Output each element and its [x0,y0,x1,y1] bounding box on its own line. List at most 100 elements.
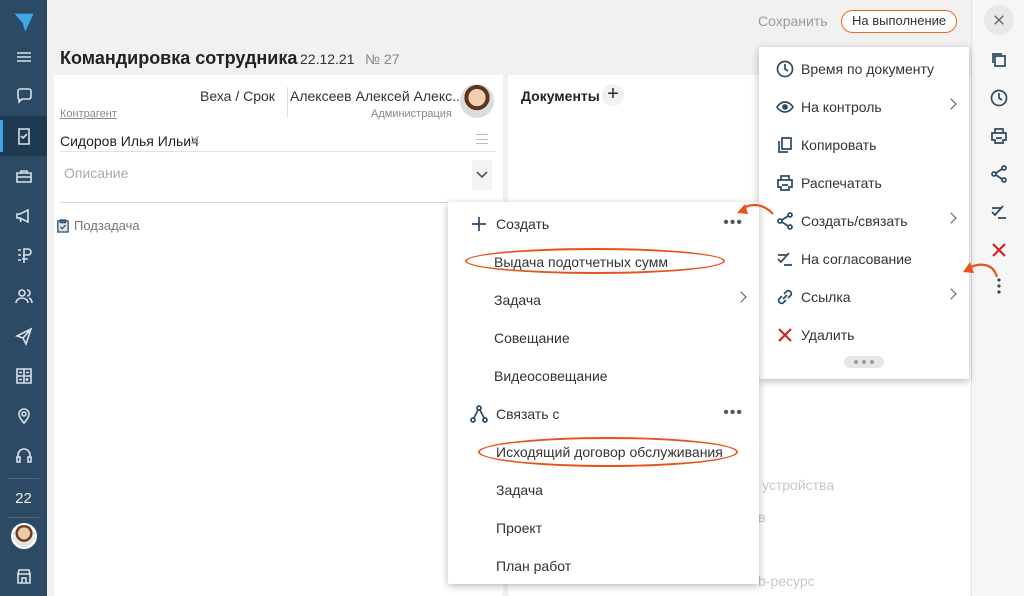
user-avatar[interactable] [0,516,47,556]
map-pin-icon[interactable] [0,396,47,436]
link-icon [774,286,796,308]
calendar-date-number: 22 [15,489,32,507]
copy-icon [774,134,796,156]
background-text: b-ресурс [758,573,815,589]
chevron-down-icon[interactable] [472,160,492,190]
menu-item-label: Видеосовещание [494,368,608,384]
menu-item-control[interactable]: На контроль [759,88,969,126]
more-options-button[interactable] [844,356,884,368]
menu-item-label: Ссылка [801,289,851,305]
chevron-right-icon [945,212,957,224]
menu-item-label: Распечатать [801,175,882,191]
menu-item-link[interactable]: Ссылка [759,278,969,316]
headset-icon[interactable] [0,436,47,476]
printer-icon[interactable] [972,118,1024,154]
printer-icon [774,172,796,194]
highlight-oval [478,437,738,467]
clock-icon[interactable] [972,80,1024,116]
store-icon[interactable] [0,556,47,596]
subtask-button[interactable]: Подзадача [57,218,140,233]
assignee-department: Администрация [371,108,452,120]
menu-item-delete[interactable]: Удалить [759,316,969,354]
menu-item-print[interactable]: Распечатать [759,164,969,202]
menu-item-label: Задача [494,292,541,308]
close-icon [983,5,1014,35]
menu-section-label: Создать [496,216,550,232]
menu-item-create[interactable]: Видеосовещание [448,357,759,395]
task-card: Веха / Срок Алексеев Алексей Алекс... Ад… [54,75,503,596]
more-horizontal-icon[interactable]: ••• [723,215,743,231]
menu-item-label: Удалить [801,327,855,343]
more-vertical-icon[interactable] [972,268,1024,304]
menu-icon[interactable] [0,37,47,77]
save-button[interactable]: Сохранить [758,13,828,29]
menu-item-label: На контроль [801,99,882,115]
megaphone-icon[interactable] [0,196,47,236]
page-title: Командировка сотрудника [60,48,298,68]
divider [287,87,288,117]
calculator-icon[interactable] [0,356,47,396]
add-document-button[interactable]: + [602,84,624,106]
divider [60,151,496,152]
divider [60,202,496,203]
menu-item-copy[interactable]: Копировать [759,126,969,164]
left-navigation: 22 [0,0,47,596]
link-node-icon [468,403,490,425]
actions-menu: Время по документу На контроль Копироват… [759,47,969,379]
menu-item-approval[interactable]: На согласование [759,240,969,278]
more-horizontal-icon[interactable]: ••• [723,405,743,421]
menu-item-label: Копировать [801,137,877,153]
menu-item-label: Проект [496,520,543,536]
avatar[interactable] [460,84,494,118]
menu-item-link[interactable]: Проект [448,509,759,547]
delete-icon [774,324,796,346]
avatar [10,523,37,549]
menu-item-label: Задача [496,482,543,498]
assignee-name[interactable]: Алексеев Алексей Алекс... [290,88,464,104]
description-field[interactable]: Описание [64,165,128,181]
approve-icon[interactable] [972,194,1024,230]
menu-item-link[interactable]: План работ [448,547,759,585]
right-toolbar [971,0,1024,596]
briefcase-icon[interactable] [0,156,47,196]
remove-counterparty-icon[interactable]: ✕ [189,132,201,149]
share-icon [774,210,796,232]
menu-item-create-link[interactable]: Создать/связать [759,202,969,240]
send-icon[interactable] [0,316,47,356]
tasks-icon[interactable] [0,116,47,156]
menu-item-create[interactable]: Совещание [448,319,759,357]
milestone-field[interactable]: Веха / Срок [200,88,275,104]
counterparty-label[interactable]: Контрагент [60,108,117,120]
menu-item-create[interactable]: Задача [448,281,759,319]
subtask-label: Подзадача [74,218,140,233]
highlight-oval [465,248,725,274]
chevron-right-icon [735,291,747,303]
logo-icon[interactable] [0,2,47,42]
documents-title: Документы [521,88,600,104]
ruble-icon[interactable] [0,236,47,276]
background-text: устройства [762,477,835,493]
chevron-right-icon [945,98,957,110]
menu-item-label: Создать/связать [801,213,908,229]
counterparty-value[interactable]: Сидоров Илья Ильич [60,133,198,149]
delete-icon[interactable] [972,232,1024,268]
drag-handle-icon[interactable] [476,134,488,144]
close-button[interactable] [972,2,1024,38]
duplicate-icon[interactable] [972,42,1024,78]
calendar-date[interactable]: 22 [0,478,47,518]
menu-item-label: Время по документу [801,61,935,77]
people-icon[interactable] [0,276,47,316]
background-text: в [758,509,766,525]
eye-icon [774,96,796,118]
menu-section-link[interactable]: Связать с ••• [448,395,759,433]
share-icon[interactable] [972,156,1024,192]
execute-button[interactable]: На выполнение [841,10,958,33]
menu-section-label: Связать с [496,406,560,422]
clipboard-icon [57,218,69,233]
chat-icon[interactable] [0,76,47,116]
menu-item-document-time[interactable]: Время по документу [759,50,969,88]
menu-item-label: На согласование [801,251,912,267]
menu-section-create[interactable]: Создать ••• [448,205,759,243]
menu-item-link[interactable]: Задача [448,471,759,509]
document-number: № 27 [365,51,400,67]
